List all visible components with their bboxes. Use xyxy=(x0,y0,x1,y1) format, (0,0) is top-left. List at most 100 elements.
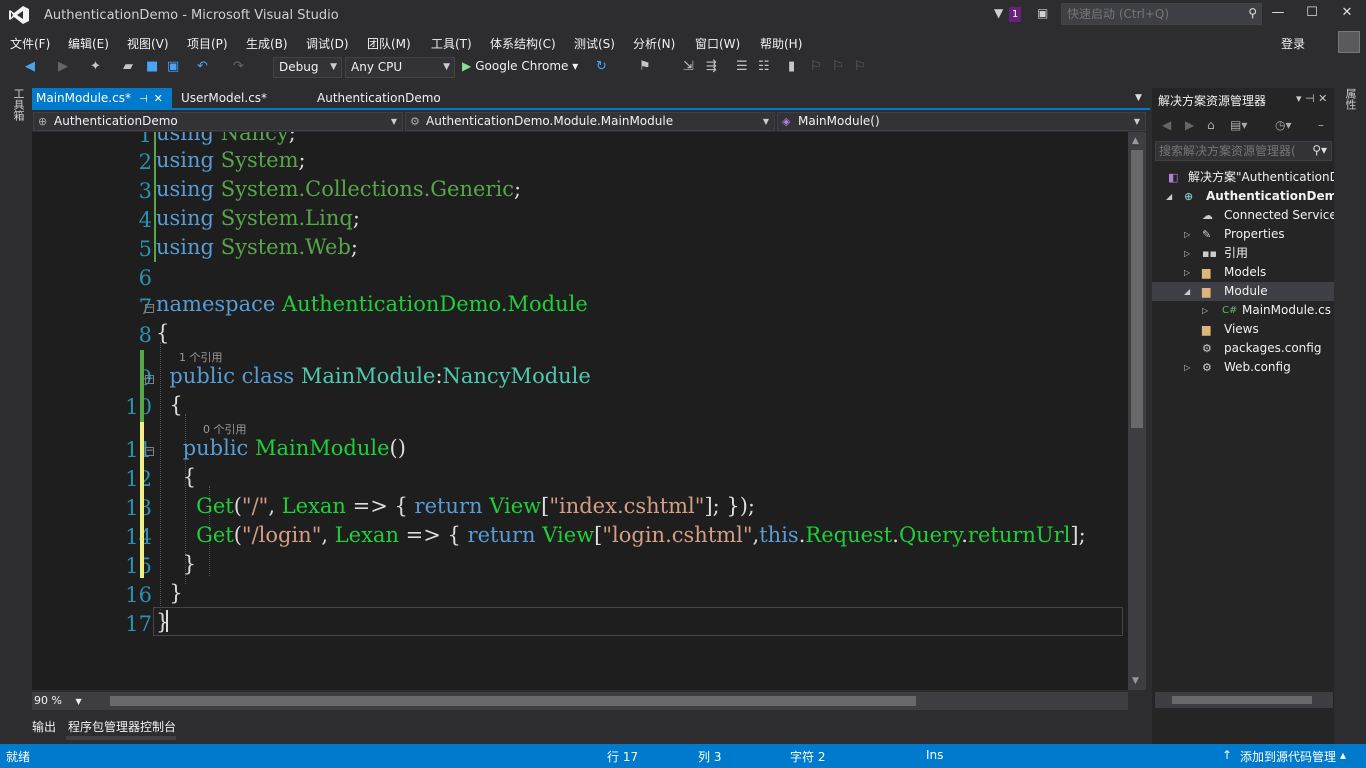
collapse-icon[interactable]: − xyxy=(145,447,154,456)
close-button[interactable]: ✕ xyxy=(1337,5,1357,23)
prev-bookmark-icon[interactable]: ⚐ xyxy=(810,59,822,74)
scroll-up-icon[interactable]: ▲ xyxy=(1132,136,1139,146)
minimize-button[interactable]: — xyxy=(1268,5,1288,23)
solution-horizontal-scrollbar[interactable] xyxy=(1155,692,1333,708)
collapsed-icon[interactable]: ▷ xyxy=(1184,358,1190,377)
upload-icon[interactable]: ↑ xyxy=(1222,748,1232,762)
open-file-icon[interactable]: ▰ xyxy=(123,59,133,74)
codelens-references[interactable]: 1 个引用 xyxy=(179,349,223,365)
tab-package-manager-console[interactable]: 程序包管理器控制台 xyxy=(68,718,176,735)
quick-launch-input[interactable] xyxy=(1062,4,1240,24)
tab-overflow-icon[interactable]: ▼ xyxy=(1135,93,1142,103)
start-debugging-button[interactable]: ▶ Google Chrome ▾ xyxy=(462,59,578,73)
menu-file[interactable]: 文件(F) xyxy=(10,35,50,52)
expanded-icon[interactable]: ◢ xyxy=(1166,187,1172,206)
avatar[interactable] xyxy=(1338,31,1360,53)
toolbox-tab[interactable]: 工具箱 xyxy=(8,88,25,121)
step-over-icon[interactable]: ⇶ xyxy=(706,59,717,74)
undo-icon[interactable]: ↶ xyxy=(197,59,208,74)
pin-icon[interactable]: ⊣ xyxy=(139,94,148,105)
solution-platform-select[interactable]: Any CPU ▼ xyxy=(345,57,455,78)
step-into-icon[interactable]: ⇲ xyxy=(683,59,694,74)
navigate-back-icon[interactable]: ◀ xyxy=(25,59,35,74)
menu-debug[interactable]: 调试(D) xyxy=(306,35,349,52)
next-bookmark-icon[interactable]: ⚐ xyxy=(832,59,844,74)
switch-views-icon[interactable]: ▤▾ xyxy=(1230,118,1247,132)
codelens-references[interactable]: 0 个引用 xyxy=(203,421,247,437)
notification-badge[interactable]: 1 xyxy=(1009,7,1022,22)
uncomment-icon[interactable]: ☷ xyxy=(758,59,770,74)
new-project-icon[interactable]: ✦ xyxy=(90,59,101,74)
collapse-icon[interactable]: − xyxy=(145,304,154,313)
tree-item-models[interactable]: ▷ ▆ Models xyxy=(1152,263,1334,282)
properties-tab[interactable]: 属性 xyxy=(1342,88,1358,110)
browser-link-icon[interactable]: ⚑ xyxy=(639,59,651,74)
member-dropdown[interactable]: ◈ MainModule() ▼ xyxy=(777,112,1146,131)
tab-authenticationdemo[interactable]: AuthenticationDemo xyxy=(313,88,445,108)
tab-usermodel[interactable]: UserModel.cs* xyxy=(177,88,271,108)
feedback-icon[interactable]: ▣ xyxy=(1037,6,1048,20)
chevron-up-icon[interactable]: ▴ xyxy=(1340,748,1346,762)
menu-edit[interactable]: 编辑(E) xyxy=(68,35,109,52)
tree-item-properties[interactable]: ▷ ✎ Properties xyxy=(1152,225,1334,244)
bookmark-icon[interactable]: ▮ xyxy=(788,59,795,74)
scrollbar-thumb[interactable] xyxy=(110,696,916,706)
navigate-forward-icon[interactable]: ▶ xyxy=(58,59,68,74)
tree-item-views[interactable]: ▆ Views xyxy=(1152,320,1334,339)
save-icon[interactable]: ■ xyxy=(146,59,158,74)
tree-item-mainmodule-cs[interactable]: ▷ C# MainModule.cs xyxy=(1152,301,1334,320)
tree-item-project[interactable]: ◢ ⊕ AuthenticationDemo xyxy=(1152,187,1334,206)
close-icon[interactable]: ✕ xyxy=(154,92,163,105)
filter-notification-icon[interactable]: ▼ xyxy=(994,6,1003,20)
home-icon[interactable]: ⌂ xyxy=(1207,118,1215,132)
menu-help[interactable]: 帮助(H) xyxy=(760,35,802,52)
collapsed-icon[interactable]: ▷ xyxy=(1202,301,1208,320)
solution-config-select[interactable]: Debug ▼ xyxy=(273,57,342,78)
maximize-button[interactable]: ☐ xyxy=(1302,5,1322,23)
sign-in-link[interactable]: 登录 xyxy=(1281,35,1305,52)
panel-window-buttons[interactable]: ▾ ⊣ ✕ xyxy=(1296,92,1327,105)
menu-architecture[interactable]: 体系结构(C) xyxy=(490,35,556,52)
menu-view[interactable]: 视图(V) xyxy=(127,35,169,52)
comment-icon[interactable]: ☰ xyxy=(736,59,748,74)
menu-window[interactable]: 窗口(W) xyxy=(695,35,740,52)
type-dropdown[interactable]: ⚙ AuthenticationDemo.Module.MainModule ▼ xyxy=(405,112,775,131)
collapsed-icon[interactable]: ▷ xyxy=(1184,225,1190,244)
forward-icon[interactable]: ▶ xyxy=(1185,118,1194,132)
tree-item-module[interactable]: ◢ ▆ Module xyxy=(1152,282,1334,301)
code-editor[interactable]: 1 2 3 4 5 6 7 8 9 10 11 12 13 14 15 16 1… xyxy=(32,132,1128,690)
solution-search-input[interactable] xyxy=(1156,142,1301,160)
menu-analyze[interactable]: 分析(N) xyxy=(633,35,675,52)
refresh-icon[interactable]: ↻ xyxy=(596,59,607,74)
project-dropdown[interactable]: ⊕ AuthenticationDemo ▼ xyxy=(33,112,403,131)
collapse-icon[interactable]: − xyxy=(145,375,154,384)
tree-item-connected-services[interactable]: ☁ Connected Services xyxy=(1152,206,1334,225)
solution-search-box[interactable]: ⚲▾ xyxy=(1155,141,1332,161)
tree-item-references[interactable]: ▷ ▪▪ 引用 xyxy=(1152,244,1334,263)
scrollbar-thumb[interactable] xyxy=(1172,696,1312,704)
more-icon[interactable]: – xyxy=(1318,118,1324,132)
menu-tools[interactable]: 工具(T) xyxy=(431,35,472,52)
pending-changes-icon[interactable]: ◷▾ xyxy=(1275,118,1292,132)
tree-item-web-config[interactable]: ▷ ⚙ Web.config xyxy=(1152,358,1334,377)
tree-item-solution[interactable]: ◧ 解决方案"AuthenticationD xyxy=(1152,168,1334,187)
back-icon[interactable]: ◀ xyxy=(1162,118,1171,132)
tab-output[interactable]: 输出 xyxy=(32,718,56,735)
menu-test[interactable]: 测试(S) xyxy=(574,35,615,52)
quick-launch-box[interactable]: ⚲ xyxy=(1061,3,1262,25)
scroll-down-icon[interactable]: ▼ xyxy=(1132,676,1139,686)
menu-project[interactable]: 项目(P) xyxy=(187,35,228,52)
tree-item-packages-config[interactable]: ⚙ packages.config xyxy=(1152,339,1334,358)
tab-mainmodule[interactable]: MainModule.cs* ⊣ ✕ xyxy=(32,88,172,108)
save-all-icon[interactable]: ▣ xyxy=(167,59,179,74)
search-icon[interactable]: ⚲▾ xyxy=(1312,143,1327,157)
collapsed-icon[interactable]: ▷ xyxy=(1184,244,1190,263)
expanded-icon[interactable]: ◢ xyxy=(1184,282,1190,301)
search-icon[interactable]: ⚲ xyxy=(1248,6,1257,20)
scrollbar-thumb[interactable] xyxy=(1131,150,1143,428)
zoom-select[interactable]: 90 % ▼ xyxy=(34,694,92,708)
menu-build[interactable]: 生成(B) xyxy=(246,35,288,52)
collapsed-icon[interactable]: ▷ xyxy=(1184,263,1190,282)
redo-icon[interactable]: ↷ xyxy=(233,59,244,74)
vertical-scrollbar[interactable]: ▲ ▼ xyxy=(1128,132,1146,690)
